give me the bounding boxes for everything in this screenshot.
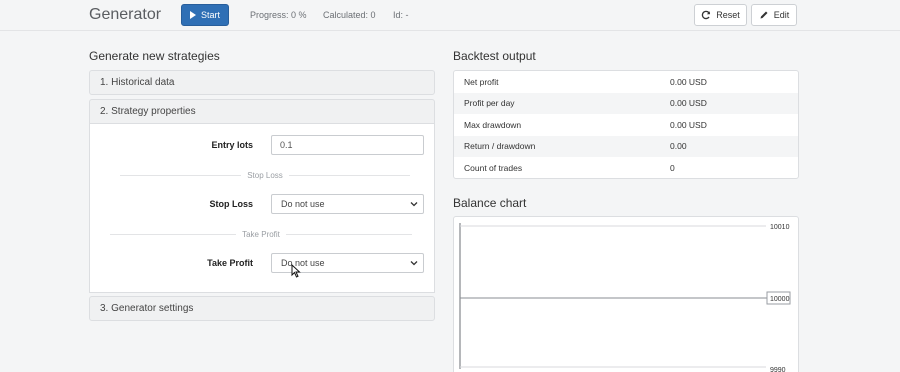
backtest-table: Net profit 0.00 USD Profit per day 0.00 US… (453, 70, 799, 179)
table-row: Net profit 0.00 USD (454, 71, 798, 93)
balance-title: Balance chart (453, 196, 527, 210)
stop-loss-select[interactable]: Do not use (271, 194, 424, 214)
row-value: 0 (670, 162, 675, 173)
start-label: Start (200, 10, 220, 20)
progress-status: Progress: 0 % (250, 10, 307, 20)
accordion-historical-data[interactable]: 1. Historical data (89, 70, 435, 95)
stop-loss-divider: Stop Loss (120, 170, 411, 180)
stop-loss-label: Stop Loss (209, 199, 253, 209)
tick-label-top: 10010 (770, 224, 790, 231)
reset-button[interactable]: Reset (694, 4, 747, 26)
backtest-title: Backtest output (453, 49, 536, 63)
accordion-strategy-properties[interactable]: 2. Strategy properties (89, 99, 435, 124)
row-value: 0.00 (670, 141, 687, 152)
calculated-status: Calculated: 0 (323, 10, 376, 20)
edit-button[interactable]: Edit (751, 4, 797, 26)
edit-label: Edit (773, 10, 790, 20)
balance-chart: 10010 10000 9990 (453, 216, 799, 372)
id-status: Id: - (393, 10, 409, 20)
take-profit-divider-text: Take Profit (242, 229, 280, 239)
tick-label-middle: 10000 (770, 296, 790, 303)
tick-label-bottom: 9990 (770, 367, 786, 372)
take-profit-label: Take Profit (207, 258, 253, 268)
play-icon (189, 11, 196, 19)
row-value: 0.00 USD (670, 119, 707, 130)
app-title: Generator (89, 6, 162, 23)
table-row: Max drawdown 0.00 USD (454, 114, 798, 136)
balance-chart-svg: 10010 10000 9990 (459, 223, 791, 372)
take-profit-divider: Take Profit (110, 229, 413, 239)
row-value: 0.00 USD (670, 98, 707, 109)
mouse-cursor-icon (291, 264, 301, 278)
entry-lots-input[interactable]: 0.1 (271, 135, 424, 155)
pencil-icon (760, 11, 768, 19)
row-key: Max drawdown (464, 119, 522, 130)
start-button[interactable]: Start (181, 4, 229, 26)
stop-loss-value: Do not use (281, 199, 325, 209)
stop-loss-divider-text: Stop Loss (247, 170, 283, 180)
row-key: Net profit (464, 76, 499, 87)
entry-lots-label: Entry lots (211, 140, 253, 150)
generate-title: Generate new strategies (89, 49, 220, 63)
table-row: Count of trades 0 (454, 157, 798, 178)
row-value: 0.00 USD (670, 76, 707, 87)
refresh-icon (702, 10, 711, 20)
row-key: Return / drawdown (464, 141, 536, 152)
table-row: Profit per day 0.00 USD (454, 92, 798, 114)
chevron-down-icon (410, 261, 418, 266)
row-key: Profit per day (464, 98, 515, 109)
chevron-down-icon (410, 202, 418, 207)
accordion-generator-settings[interactable]: 3. Generator settings (89, 296, 435, 321)
table-row: Return / drawdown 0.00 (454, 135, 798, 157)
reset-label: Reset (716, 10, 740, 20)
take-profit-value: Do not use (281, 258, 325, 268)
top-bar: Generator Start Progress: 0 % Calculated… (0, 0, 900, 31)
row-key: Count of trades (464, 162, 523, 173)
